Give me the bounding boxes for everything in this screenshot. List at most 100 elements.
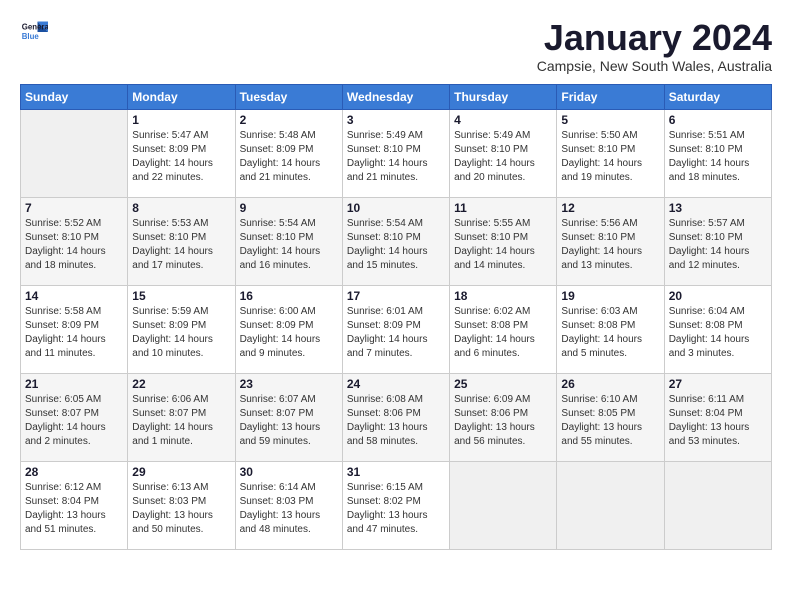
day-number: 22 (132, 377, 230, 391)
calendar-cell: 25 Sunrise: 6:09 AM Sunset: 8:06 PM Dayli… (450, 373, 557, 461)
day-info: Sunrise: 5:50 AM Sunset: 8:10 PM Dayligh… (561, 129, 659, 185)
day-number: 14 (25, 289, 123, 303)
header: General Blue January 2024 Campsie, New S… (20, 18, 772, 74)
calendar-cell: 16 Sunrise: 6:00 AM Sunset: 8:09 PM Dayli… (235, 285, 342, 373)
calendar-cell: 8 Sunrise: 5:53 AM Sunset: 8:10 PM Daylig… (128, 197, 235, 285)
calendar-cell: 13Sunrise: 5:57 AM Sunset: 8:10 PM Dayli… (664, 197, 771, 285)
day-number: 31 (347, 465, 445, 479)
calendar-cell: 3Sunrise: 5:49 AM Sunset: 8:10 PM Daylig… (342, 109, 449, 197)
day-number: 26 (561, 377, 659, 391)
day-info: Sunrise: 5:58 AM Sunset: 8:09 PM Dayligh… (25, 305, 123, 361)
day-number: 9 (240, 201, 338, 215)
day-info: Sunrise: 6:01 AM Sunset: 8:09 PM Dayligh… (347, 305, 445, 361)
day-number: 20 (669, 289, 767, 303)
calendar-cell: 29 Sunrise: 6:13 AM Sunset: 8:03 PM Dayli… (128, 461, 235, 549)
day-info: Sunrise: 5:57 AM Sunset: 8:10 PM Dayligh… (669, 217, 767, 273)
day-number: 16 (240, 289, 338, 303)
calendar-week-1: 7Sunrise: 5:52 AM Sunset: 8:10 PM Daylig… (21, 197, 772, 285)
day-number: 3 (347, 113, 445, 127)
weekday-header-wednesday: Wednesday (342, 84, 449, 109)
day-info: Sunrise: 6:05 AM Sunset: 8:07 PM Dayligh… (25, 393, 123, 449)
calendar-cell: 10Sunrise: 5:54 AM Sunset: 8:10 PM Dayli… (342, 197, 449, 285)
day-number: 10 (347, 201, 445, 215)
day-info: Sunrise: 5:48 AM Sunset: 8:09 PM Dayligh… (240, 129, 338, 185)
day-number: 23 (240, 377, 338, 391)
calendar-cell: 27 Sunrise: 6:11 AM Sunset: 8:04 PM Dayli… (664, 373, 771, 461)
svg-text:General: General (22, 22, 48, 31)
day-info: Sunrise: 5:54 AM Sunset: 8:10 PM Dayligh… (240, 217, 338, 273)
location: Campsie, New South Wales, Australia (537, 58, 772, 74)
calendar-cell (450, 461, 557, 549)
day-number: 8 (132, 201, 230, 215)
day-number: 27 (669, 377, 767, 391)
day-info: Sunrise: 5:55 AM Sunset: 8:10 PM Dayligh… (454, 217, 552, 273)
page: General Blue January 2024 Campsie, New S… (0, 0, 792, 560)
day-number: 17 (347, 289, 445, 303)
calendar-cell: 26 Sunrise: 6:10 AM Sunset: 8:05 PM Dayli… (557, 373, 664, 461)
logo: General Blue (20, 18, 48, 46)
day-info: Sunrise: 6:15 AM Sunset: 8:02 PM Dayligh… (347, 481, 445, 537)
calendar-week-0: 1 Sunrise: 5:47 AM Sunset: 8:09 PM Daylig… (21, 109, 772, 197)
calendar-cell (664, 461, 771, 549)
calendar-cell: 20 Sunrise: 6:04 AM Sunset: 8:08 PM Dayli… (664, 285, 771, 373)
day-number: 1 (132, 113, 230, 127)
calendar-cell: 7Sunrise: 5:52 AM Sunset: 8:10 PM Daylig… (21, 197, 128, 285)
calendar-cell: 28Sunrise: 6:12 AM Sunset: 8:04 PM Dayli… (21, 461, 128, 549)
day-info: Sunrise: 6:04 AM Sunset: 8:08 PM Dayligh… (669, 305, 767, 361)
calendar-cell: 12Sunrise: 5:56 AM Sunset: 8:10 PM Dayli… (557, 197, 664, 285)
calendar-cell: 18 Sunrise: 6:02 AM Sunset: 8:08 PM Dayli… (450, 285, 557, 373)
day-number: 19 (561, 289, 659, 303)
day-number: 25 (454, 377, 552, 391)
day-number: 15 (132, 289, 230, 303)
day-info: Sunrise: 5:47 AM Sunset: 8:09 PM Dayligh… (132, 129, 230, 185)
day-info: Sunrise: 6:14 AM Sunset: 8:03 PM Dayligh… (240, 481, 338, 537)
calendar-cell (557, 461, 664, 549)
calendar-cell: 22 Sunrise: 6:06 AM Sunset: 8:07 PM Dayli… (128, 373, 235, 461)
day-number: 29 (132, 465, 230, 479)
day-number: 18 (454, 289, 552, 303)
day-info: Sunrise: 6:07 AM Sunset: 8:07 PM Dayligh… (240, 393, 338, 449)
logo-icon: General Blue (20, 18, 48, 46)
calendar-cell: 5 Sunrise: 5:50 AM Sunset: 8:10 PM Daylig… (557, 109, 664, 197)
calendar-cell: 30 Sunrise: 6:14 AM Sunset: 8:03 PM Dayli… (235, 461, 342, 549)
day-info: Sunrise: 6:08 AM Sunset: 8:06 PM Dayligh… (347, 393, 445, 449)
calendar-header: SundayMondayTuesdayWednesdayThursdayFrid… (21, 84, 772, 109)
day-info: Sunrise: 6:06 AM Sunset: 8:07 PM Dayligh… (132, 393, 230, 449)
day-number: 5 (561, 113, 659, 127)
calendar-cell (21, 109, 128, 197)
day-info: Sunrise: 6:11 AM Sunset: 8:04 PM Dayligh… (669, 393, 767, 449)
calendar-week-3: 21Sunrise: 6:05 AM Sunset: 8:07 PM Dayli… (21, 373, 772, 461)
day-number: 7 (25, 201, 123, 215)
calendar-cell: 21Sunrise: 6:05 AM Sunset: 8:07 PM Dayli… (21, 373, 128, 461)
calendar-cell: 4Sunrise: 5:49 AM Sunset: 8:10 PM Daylig… (450, 109, 557, 197)
calendar-cell: 11 Sunrise: 5:55 AM Sunset: 8:10 PM Dayli… (450, 197, 557, 285)
weekday-header-thursday: Thursday (450, 84, 557, 109)
calendar-cell: 2 Sunrise: 5:48 AM Sunset: 8:09 PM Daylig… (235, 109, 342, 197)
calendar-cell: 6Sunrise: 5:51 AM Sunset: 8:10 PM Daylig… (664, 109, 771, 197)
day-number: 30 (240, 465, 338, 479)
weekday-header-monday: Monday (128, 84, 235, 109)
month-title: January 2024 (537, 18, 772, 58)
day-number: 28 (25, 465, 123, 479)
day-info: Sunrise: 5:59 AM Sunset: 8:09 PM Dayligh… (132, 305, 230, 361)
day-info: Sunrise: 6:10 AM Sunset: 8:05 PM Dayligh… (561, 393, 659, 449)
day-info: Sunrise: 5:53 AM Sunset: 8:10 PM Dayligh… (132, 217, 230, 273)
calendar-cell: 9 Sunrise: 5:54 AM Sunset: 8:10 PM Daylig… (235, 197, 342, 285)
day-info: Sunrise: 6:02 AM Sunset: 8:08 PM Dayligh… (454, 305, 552, 361)
weekday-header-saturday: Saturday (664, 84, 771, 109)
day-number: 11 (454, 201, 552, 215)
day-info: Sunrise: 6:13 AM Sunset: 8:03 PM Dayligh… (132, 481, 230, 537)
calendar-week-4: 28Sunrise: 6:12 AM Sunset: 8:04 PM Dayli… (21, 461, 772, 549)
day-info: Sunrise: 6:09 AM Sunset: 8:06 PM Dayligh… (454, 393, 552, 449)
calendar-cell: 17 Sunrise: 6:01 AM Sunset: 8:09 PM Dayli… (342, 285, 449, 373)
day-number: 24 (347, 377, 445, 391)
day-number: 2 (240, 113, 338, 127)
calendar-cell: 14 Sunrise: 5:58 AM Sunset: 8:09 PM Dayli… (21, 285, 128, 373)
day-info: Sunrise: 6:03 AM Sunset: 8:08 PM Dayligh… (561, 305, 659, 361)
weekday-header-tuesday: Tuesday (235, 84, 342, 109)
day-info: Sunrise: 5:56 AM Sunset: 8:10 PM Dayligh… (561, 217, 659, 273)
calendar-cell: 23 Sunrise: 6:07 AM Sunset: 8:07 PM Dayli… (235, 373, 342, 461)
day-info: Sunrise: 6:00 AM Sunset: 8:09 PM Dayligh… (240, 305, 338, 361)
calendar-cell: 19 Sunrise: 6:03 AM Sunset: 8:08 PM Dayli… (557, 285, 664, 373)
weekday-header-friday: Friday (557, 84, 664, 109)
